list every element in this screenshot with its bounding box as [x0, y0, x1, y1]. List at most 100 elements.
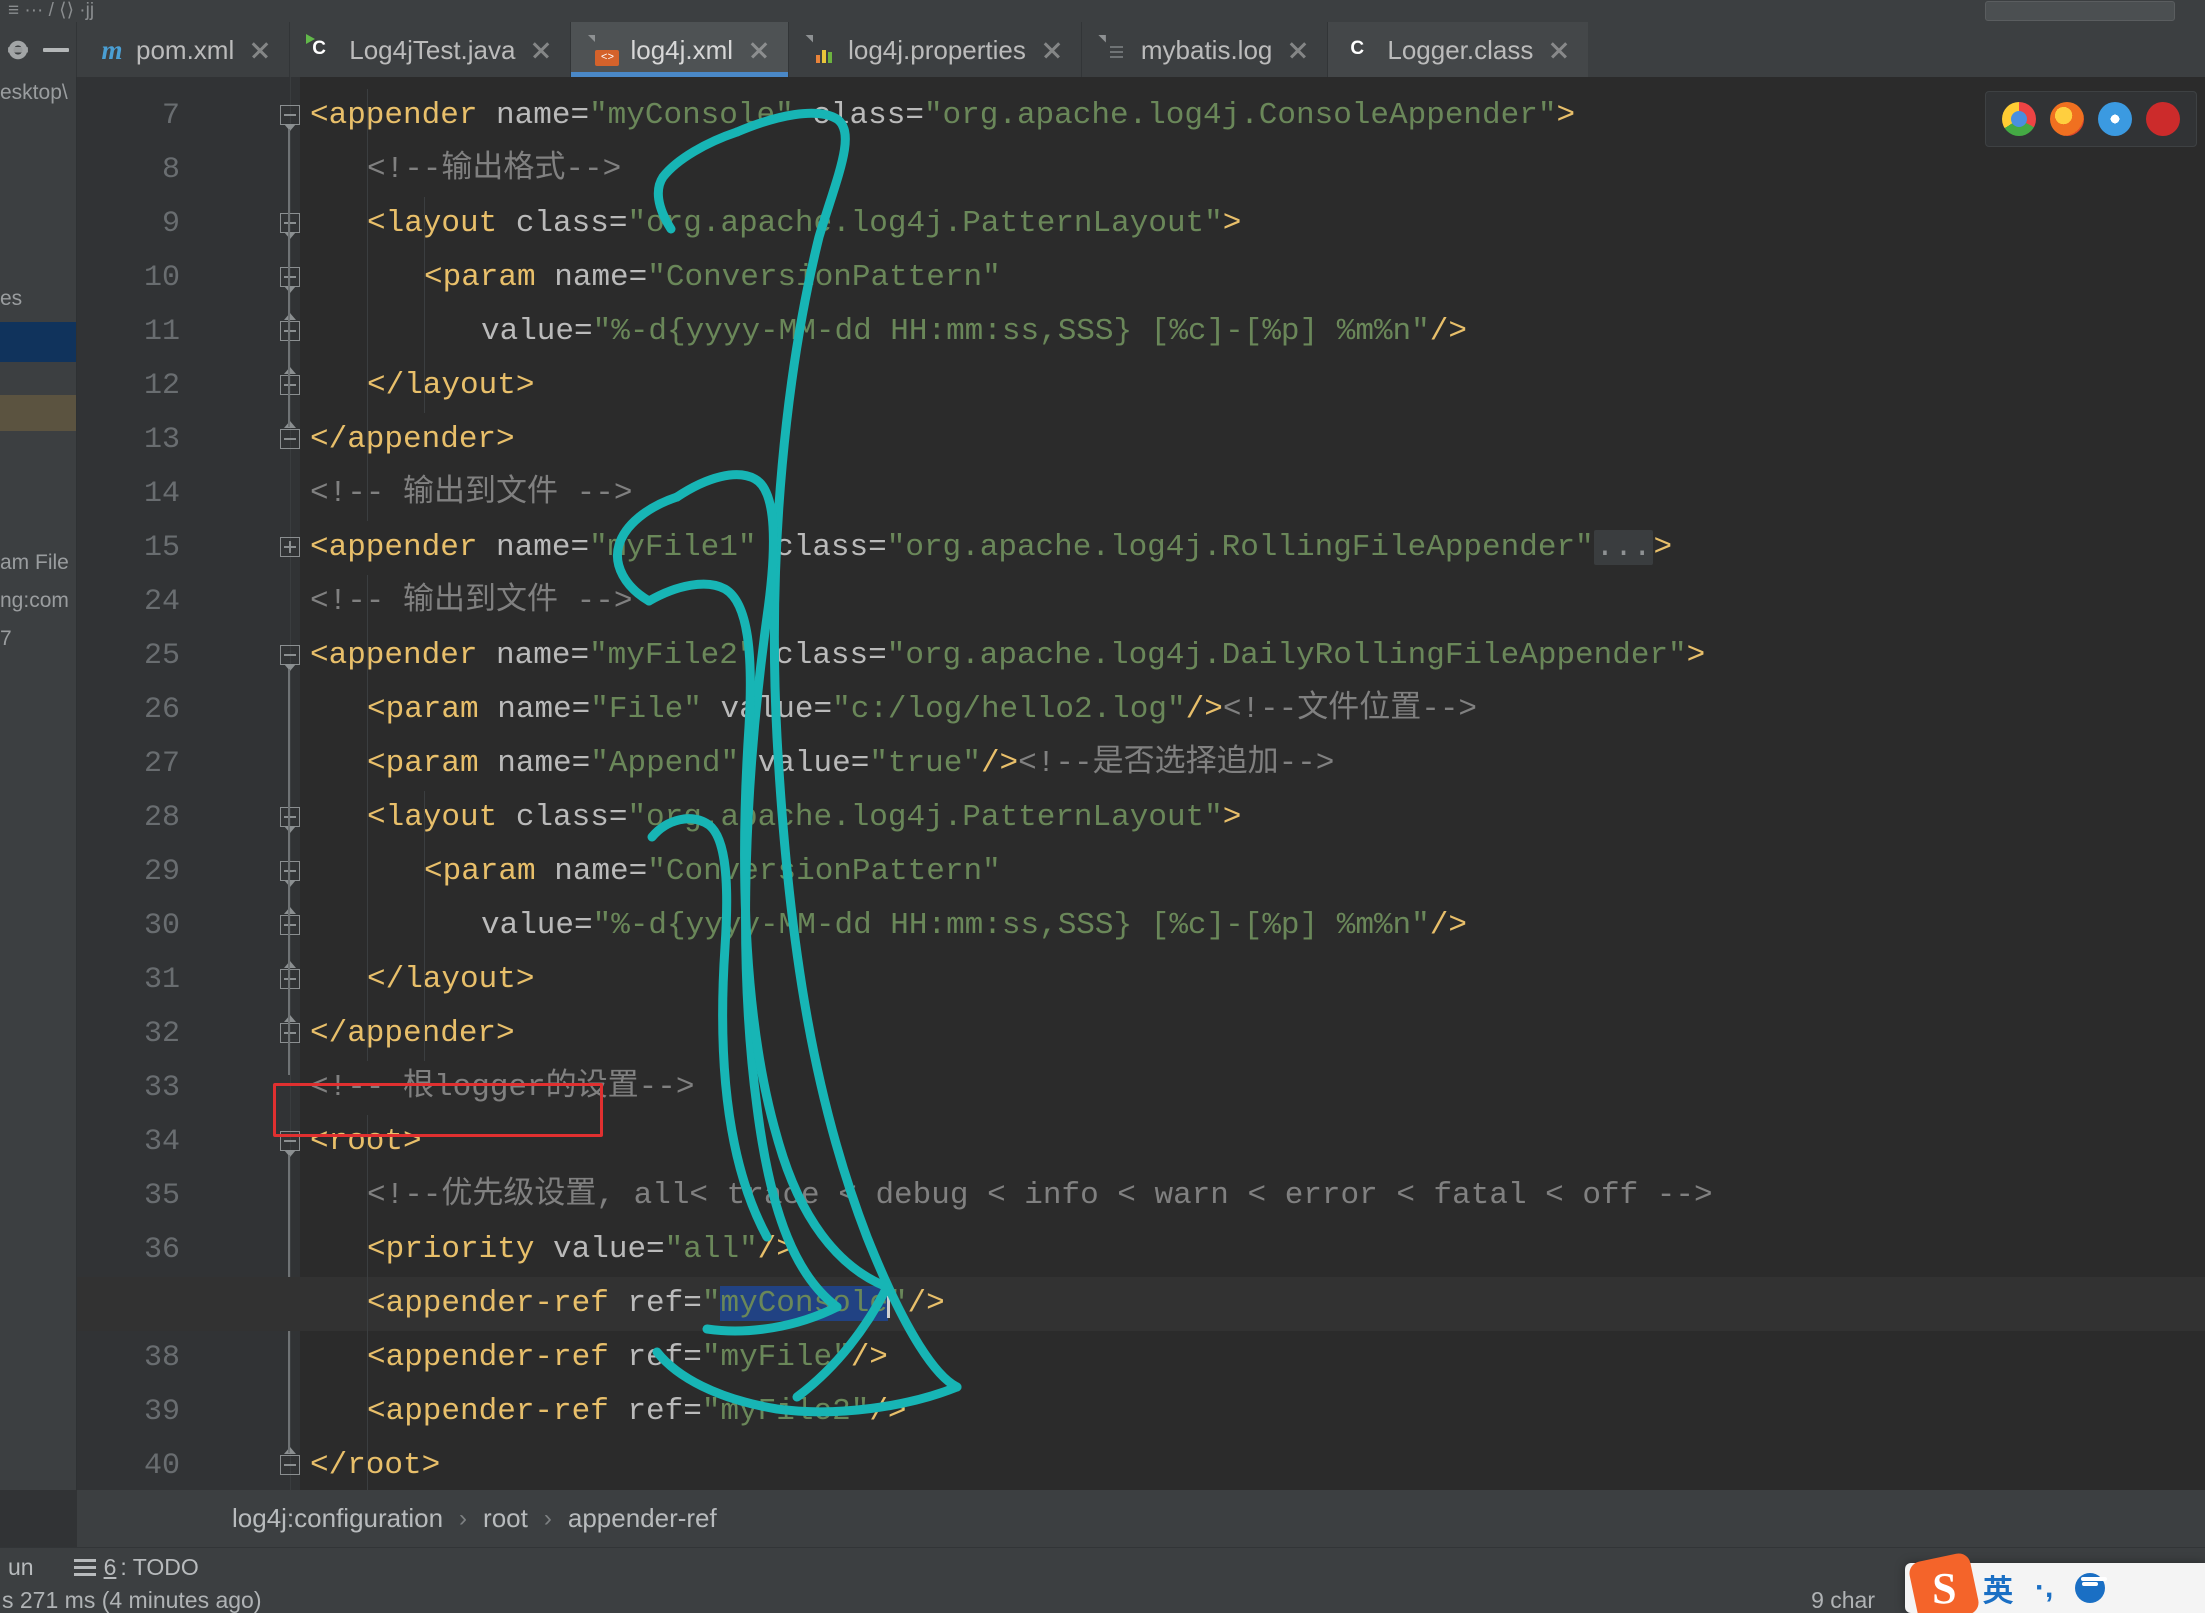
code-line[interactable]: <layout class="org.apache.log4j.PatternL… [300, 791, 1241, 845]
editor-tab-mybatis-log[interactable]: mybatis.log [1080, 22, 1328, 77]
indent-guide [367, 89, 368, 521]
ime-language-mode[interactable]: 英 [1983, 1566, 2013, 1610]
fold-collapse-icon[interactable] [280, 105, 300, 125]
breadcrumb-separator: › [543, 1504, 552, 1532]
close-icon[interactable] [748, 39, 770, 61]
close-icon[interactable] [249, 39, 271, 61]
fold-collapse-icon[interactable] [280, 213, 300, 233]
code-line[interactable]: <appender-ref ref="myConsole"/> [300, 1277, 945, 1331]
code-token: <priority [367, 1232, 554, 1267]
code-token: <!-- 输出到文件 --> [310, 476, 633, 511]
code-line[interactable]: <priority value="all"/> [300, 1223, 795, 1277]
safari-browser-icon[interactable] [2098, 102, 2132, 136]
code-line[interactable]: <appender name="myFile1" class="org.apac… [300, 521, 1672, 575]
code-line[interactable]: </root> [300, 1439, 440, 1490]
tool-window-todo[interactable]: : TODO [120, 1554, 198, 1581]
close-icon[interactable] [1041, 39, 1063, 61]
close-icon[interactable] [1548, 39, 1570, 61]
code-line[interactable]: <!--输出格式--> [300, 143, 621, 197]
code-line[interactable]: <param name="File" value="c:/log/hello2.… [300, 683, 1477, 737]
code-line[interactable]: <appender-ref ref="myFile2"/> [300, 1385, 907, 1439]
editor-inspection-widget[interactable] [1985, 91, 2197, 147]
code-line[interactable]: </layout> [300, 359, 534, 413]
emoji-icon[interactable] [2075, 1573, 2106, 1603]
fold-rail-tip [284, 664, 296, 671]
code-token: "org.apache.log4j.PatternLayout" [627, 800, 1223, 835]
code-line[interactable]: </appender> [300, 413, 515, 467]
code-token: name [496, 98, 571, 133]
fold-collapse-icon[interactable] [280, 375, 300, 395]
code-line[interactable]: value="%-d{yyyy-MM-dd HH:mm:ss,SSS} [%c]… [300, 899, 1467, 953]
editor-tab-logger-class[interactable]: Logger.class [1327, 22, 1589, 77]
fold-expand-icon[interactable] [280, 537, 300, 557]
sogou-ime-bar[interactable]: S 英 ·, [1905, 1551, 2205, 1613]
code-text-area[interactable]: <appender name="myConsole" class="org.ap… [300, 77, 2205, 1490]
code-line[interactable]: <appender name="myFile2" class="org.apac… [300, 629, 1705, 683]
tool-window-run[interactable]: un [8, 1554, 34, 1581]
code-token: "org.apache.log4j.PatternLayout" [627, 206, 1223, 241]
fold-collapse-icon[interactable] [280, 969, 300, 989]
code-line[interactable]: <!-- 输出到文件 --> [300, 467, 632, 521]
editor-tab-log4j-properties[interactable]: log4j.properties [788, 22, 1081, 77]
code-line[interactable]: <!-- 输出到文件 --> [300, 575, 632, 629]
top-right-controls [1645, 0, 2205, 22]
code-token: value [720, 692, 814, 727]
firefox-browser-icon[interactable] [2050, 102, 2084, 136]
close-icon[interactable] [530, 39, 552, 61]
indent-guide [367, 1115, 368, 1490]
code-line[interactable]: <!--优先级设置, all< trace < debug < info < w… [300, 1169, 1713, 1223]
breadcrumb-item-root[interactable]: root [483, 1503, 528, 1534]
code-line[interactable]: <layout class="org.apache.log4j.PatternL… [300, 197, 1241, 251]
ime-punctuation-mode[interactable]: ·, [2035, 1571, 2053, 1605]
editor-tab-log4j-xml[interactable]: <> log4j.xml [570, 22, 789, 77]
editor-tab-pom-xml[interactable]: m pom.xml [76, 22, 289, 77]
code-line[interactable]: <param name="Append" value="true"/><!--是… [300, 737, 1334, 791]
fold-collapse-icon[interactable] [280, 321, 300, 341]
code-line[interactable]: <appender-ref ref="myFile"/> [300, 1331, 888, 1385]
code-editor[interactable]: 7 8 9 10 11 12 13 14 15 24 25 26 27 28 29 30 31 32 33 34 35 3… [77, 77, 2205, 1490]
minus-icon[interactable] [43, 47, 69, 52]
code-token: <appender [310, 638, 497, 673]
run-config-chip[interactable] [1985, 1, 2175, 21]
gear-icon[interactable] [7, 38, 29, 61]
code-line[interactable]: <param name="ConversionPattern" [300, 845, 1001, 899]
code-token: = [905, 98, 924, 133]
code-token: "myFile1" [589, 530, 757, 565]
code-line[interactable]: </appender> [300, 1007, 515, 1061]
char-count-text: 9 char [1811, 1586, 1875, 1613]
code-line[interactable]: value="%-d{yyyy-MM-dd HH:mm:ss,SSS} [%c]… [300, 305, 1467, 359]
breadcrumb-item-configuration[interactable]: log4j:configuration [232, 1503, 443, 1534]
log-file-icon [1104, 35, 1130, 65]
line-number: 10 [143, 261, 180, 295]
editor-tab-label: Logger.class [1387, 34, 1534, 65]
code-token: = [570, 530, 590, 565]
chrome-browser-icon[interactable] [2002, 102, 2036, 136]
fold-collapse-icon[interactable] [280, 1023, 300, 1043]
todo-shortcut-number[interactable]: 6 [104, 1554, 117, 1581]
code-token: <appender-ref [367, 1394, 628, 1429]
opera-browser-icon[interactable] [2146, 102, 2180, 136]
class-file-icon [1350, 35, 1376, 65]
breadcrumb-item-appender-ref[interactable]: appender-ref [568, 1503, 717, 1534]
code-token: class [775, 638, 869, 673]
fold-collapse-icon[interactable] [280, 1455, 300, 1475]
editor-tab-label: log4j.xml [630, 34, 734, 65]
folded-region-ellipsis[interactable]: ... [1593, 530, 1654, 565]
fold-collapse-icon[interactable] [280, 915, 300, 935]
line-number: 40 [143, 1449, 180, 1483]
fold-collapse-icon[interactable] [280, 429, 300, 449]
fold-collapse-icon[interactable] [280, 267, 300, 287]
code-token: ref [627, 1394, 684, 1429]
fold-collapse-icon[interactable] [280, 861, 300, 881]
fold-collapse-icon[interactable] [280, 645, 300, 665]
code-line[interactable]: </layout> [300, 953, 534, 1007]
code-line[interactable]: <param name="ConversionPattern" [300, 251, 1001, 305]
fold-collapse-icon[interactable] [280, 807, 300, 827]
breadcrumb[interactable]: log4j:configuration › root › appender-re… [77, 1490, 2205, 1547]
code-line[interactable]: <appender name="myConsole" class="org.ap… [300, 89, 1575, 143]
close-icon[interactable] [1287, 39, 1309, 61]
editor-tab-log4jtest-java[interactable]: Log4jTest.java [289, 22, 570, 77]
